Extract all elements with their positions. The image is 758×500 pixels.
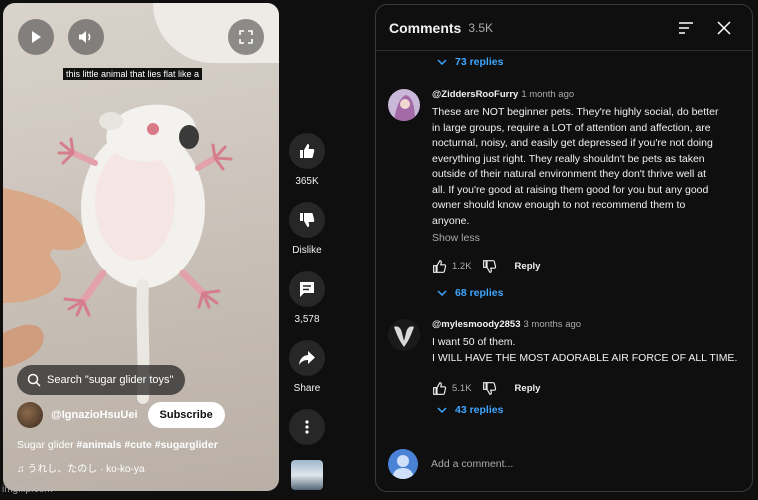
sort-button[interactable] xyxy=(676,18,696,38)
comment-text: I want 50 of them. I WILL HAVE THE MOST … xyxy=(432,335,738,366)
comments-header: Comments 3.5K xyxy=(376,5,752,51)
comments-count: 3,578 xyxy=(294,314,320,325)
add-comment-row[interactable]: Add a comment... xyxy=(388,449,513,479)
sort-icon xyxy=(679,22,693,34)
comment-text: These are NOT beginner pets. They're hig… xyxy=(432,105,738,229)
video-hashtags[interactable]: #animals #cute #sugarglider xyxy=(77,439,218,451)
share-label: Share xyxy=(293,383,321,394)
comment-like-count: 1.2K xyxy=(452,260,472,272)
play-icon xyxy=(32,31,41,43)
search-chip-label: Search "sugar glider toys" xyxy=(47,374,174,386)
short-video-player[interactable]: this little animal that lies flat like a… xyxy=(3,3,279,491)
comments-title: Comments xyxy=(389,19,462,36)
top-replies-toggle[interactable]: 73 replies xyxy=(437,56,503,68)
watermark: imgflip.com xyxy=(2,484,53,495)
comment-body: @mylesmoody2853 3 months ago I want 50 of… xyxy=(432,319,738,396)
user-icon xyxy=(392,455,414,479)
channel-name[interactable]: @IgnazioHsuUei xyxy=(51,409,138,421)
comment-icon xyxy=(300,282,314,297)
thumbs-up-icon xyxy=(300,144,315,158)
comment-meta: @mylesmoody2853 3 months ago xyxy=(432,319,738,330)
share-icon xyxy=(299,351,315,365)
comments-button[interactable] xyxy=(289,271,325,307)
comment-line: in large groups, require a LOT of attent… xyxy=(432,121,711,134)
channel-avatar[interactable] xyxy=(17,402,43,428)
share-button[interactable] xyxy=(289,340,325,376)
thumbs-down-icon[interactable] xyxy=(482,259,497,274)
comment-line: owner should know enough to not recommen… xyxy=(432,199,686,211)
comments-panel: Comments 3.5K 73 replies @ZiddersRooFurr… xyxy=(375,4,753,492)
dislike-label: Dislike xyxy=(292,245,322,256)
comment-line: outside of their natural environment the… xyxy=(432,168,706,180)
top-replies-label: 73 replies xyxy=(455,56,504,68)
thumbs-down-icon[interactable] xyxy=(482,381,497,396)
close-button[interactable] xyxy=(714,18,734,38)
like-action[interactable]: 365K xyxy=(284,133,330,187)
comment-line: anyone. xyxy=(432,214,470,227)
reply-button[interactable]: Reply xyxy=(515,261,541,272)
comment-line: nocturnal, noisy, and easily get depress… xyxy=(432,137,713,149)
music-row[interactable]: ♫ うれし、たのし · ko-ko-ya xyxy=(17,460,145,475)
comment-author[interactable]: @ZiddersRooFurry xyxy=(432,89,518,100)
comment-replies-label: 68 replies xyxy=(455,287,504,299)
comment-line: I want 50 of them. xyxy=(432,336,516,348)
comment-meta: @ZiddersRooFurry 1 month ago xyxy=(432,89,738,100)
avatar-image xyxy=(388,89,420,121)
volume-icon xyxy=(79,31,91,43)
audio-source-thumbnail[interactable] xyxy=(291,460,323,490)
comment-line: everything just right. They really shoul… xyxy=(432,152,705,165)
more-button[interactable] xyxy=(289,409,325,445)
volume-button[interactable] xyxy=(68,19,104,55)
thumbs-up-icon[interactable] xyxy=(432,381,447,396)
comments-count-header: 3.5K xyxy=(468,20,494,35)
music-note-icon: ♫ xyxy=(17,464,28,475)
share-action[interactable]: Share xyxy=(284,340,330,394)
chevron-down-icon xyxy=(437,290,447,296)
chevron-down-icon xyxy=(437,407,447,413)
fullscreen-icon xyxy=(239,30,253,44)
dislike-action[interactable]: Dislike xyxy=(284,202,330,256)
close-icon xyxy=(717,21,731,35)
thumbs-up-icon[interactable] xyxy=(432,259,447,274)
subscribe-button[interactable]: Subscribe xyxy=(147,402,225,428)
channel-row: @IgnazioHsuUei Subscribe xyxy=(17,402,225,428)
like-count: 365K xyxy=(295,176,319,187)
fullscreen-button[interactable] xyxy=(228,19,264,55)
comment-like-count: 5.1K xyxy=(452,382,472,394)
search-icon xyxy=(27,373,41,387)
commenter-avatar[interactable] xyxy=(388,319,420,351)
reply-button[interactable]: Reply xyxy=(515,383,541,394)
user-avatar xyxy=(388,449,418,479)
comment-actions: 1.2K Reply xyxy=(432,258,738,274)
comment-time[interactable]: 1 month ago xyxy=(521,89,574,100)
comment-line: all. If you're good at raising them good… xyxy=(432,183,709,196)
video-title: Sugar glider #animals #cute #sugarglider xyxy=(17,439,218,451)
comment-author[interactable]: @mylesmoody2853 xyxy=(432,319,520,330)
music-title: うれし、たのし · ko-ko-ya xyxy=(27,464,145,475)
video-caption: this little animal that lies flat like a xyxy=(63,68,203,80)
add-comment-input[interactable]: Add a comment... xyxy=(431,458,513,470)
comment-actions: 5.1K Reply xyxy=(432,380,738,396)
comment-line: These are NOT beginner pets. They're hig… xyxy=(432,106,719,118)
comment-line: I WILL HAVE THE MOST ADORABLE AIR FORCE … xyxy=(432,351,738,364)
comment-replies-toggle[interactable]: 43 replies xyxy=(437,404,503,416)
comments-action[interactable]: 3,578 xyxy=(284,271,330,325)
thumbs-down-icon xyxy=(300,213,315,227)
comment-body: @ZiddersRooFurry 1 month ago These are NO… xyxy=(432,89,738,274)
commenter-avatar[interactable] xyxy=(388,89,420,121)
chevron-down-icon xyxy=(437,59,447,65)
comment-replies-toggle[interactable]: 68 replies xyxy=(437,287,503,299)
search-suggestion-chip[interactable]: Search "sugar glider toys" xyxy=(17,365,185,395)
show-less-link[interactable]: Show less xyxy=(432,232,738,244)
comment-replies-label: 43 replies xyxy=(455,404,504,416)
more-action[interactable] xyxy=(284,409,330,445)
video-title-text: Sugar glider xyxy=(17,439,77,451)
avatar-image xyxy=(388,319,420,351)
play-button[interactable] xyxy=(18,19,54,55)
comment-time[interactable]: 3 months ago xyxy=(523,319,581,330)
dislike-button[interactable] xyxy=(289,202,325,238)
more-vert-icon xyxy=(305,420,309,434)
like-button[interactable] xyxy=(289,133,325,169)
